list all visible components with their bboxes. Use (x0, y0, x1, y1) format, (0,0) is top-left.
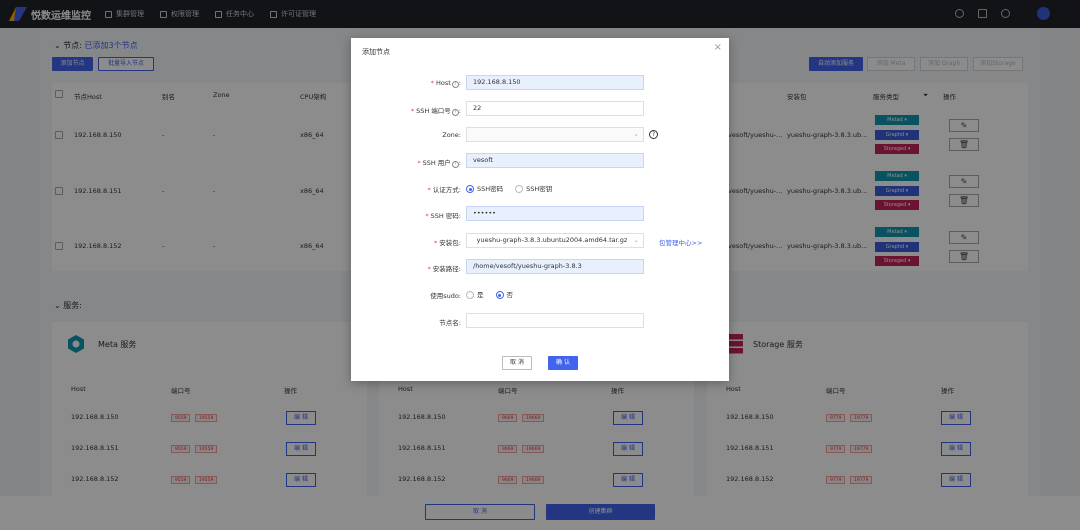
dialog-confirm-button[interactable]: 确 认 (548, 356, 578, 370)
auth-radio-group: SSH密码 SSH密钥 (466, 183, 552, 193)
help-icon: ? (451, 161, 459, 168)
package-label: * 安装包: (434, 239, 461, 247)
zone-select[interactable]: ⌄ (466, 127, 644, 142)
ssh-user-label: * SSH 用户?: (417, 159, 461, 168)
auth-label: * 认证方式: (427, 186, 461, 194)
node-name-label: 节点名: (439, 319, 461, 327)
ssh-port-label: * SSH 端口号?: (410, 107, 461, 116)
add-node-dialog: 添加节点 × * Host?: 192.168.8.150 * SSH 端口号?: … (351, 38, 729, 381)
ssh-password-label: * SSH 密码: (425, 212, 461, 220)
ssh-user-input[interactable]: vesoft (466, 153, 644, 168)
help-icon: ? (451, 81, 459, 88)
auth-password-radio[interactable]: SSH密码 (466, 183, 503, 193)
package-center-link[interactable]: 包管理中心>> (659, 237, 702, 247)
install-path-label: * 安装路径: (427, 265, 461, 273)
sudo-radio-group: 是 否 (466, 289, 513, 299)
help-icon: ? (451, 109, 459, 116)
sudo-label: 使用sudo: (430, 292, 461, 300)
host-label: * Host?: (430, 79, 461, 88)
chevron-down-icon: ⌄ (633, 130, 639, 138)
dialog-cancel-button[interactable]: 取 消 (502, 356, 532, 370)
ssh-port-input[interactable]: 22 (466, 101, 644, 116)
sudo-no-radio[interactable]: 否 (495, 289, 513, 299)
chevron-down-icon: ⌄ (633, 236, 639, 244)
help-icon[interactable]: ? (649, 130, 658, 139)
host-input[interactable]: 192.168.8.150 (466, 75, 644, 90)
zone-label: Zone: (442, 131, 461, 139)
auth-key-radio[interactable]: SSH密钥 (515, 183, 552, 193)
close-icon[interactable]: × (714, 42, 722, 53)
package-select[interactable]: yueshu-graph-3.8.3.ubuntu2004.amd64.tar.… (466, 233, 644, 248)
install-path-input[interactable]: /home/vesoft/yueshu-graph-3.8.3 (466, 259, 644, 274)
node-name-input[interactable] (466, 313, 644, 328)
sudo-yes-radio[interactable]: 是 (466, 289, 484, 299)
dialog-title: 添加节点 (362, 48, 390, 56)
ssh-password-input[interactable]: •••••• (466, 206, 644, 221)
